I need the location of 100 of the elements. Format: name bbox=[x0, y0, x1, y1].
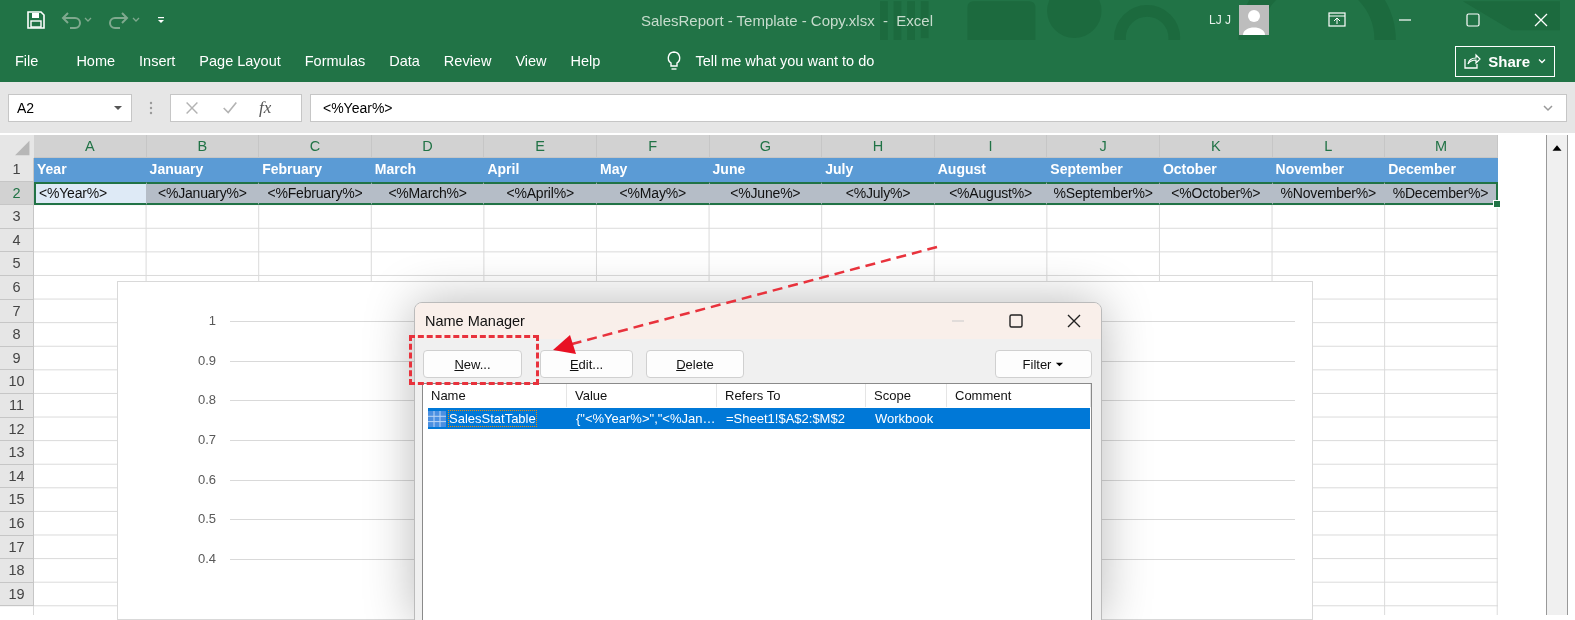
column-header[interactable]: A bbox=[34, 135, 147, 158]
row-header[interactable]: 16 bbox=[0, 511, 34, 536]
table-cell: November bbox=[1272, 158, 1386, 182]
undo-icon[interactable] bbox=[60, 10, 94, 30]
table-cell: %December%> bbox=[1385, 181, 1498, 206]
row-header[interactable]: 13 bbox=[0, 441, 34, 465]
ribbon-tab[interactable]: Review bbox=[443, 53, 492, 69]
axis-label: 0.5 bbox=[196, 512, 216, 526]
avatar-icon[interactable] bbox=[1239, 5, 1269, 35]
table-cell: <%March%> bbox=[371, 181, 485, 206]
row-header[interactable]: 11 bbox=[0, 393, 34, 418]
grip-icon bbox=[149, 99, 153, 116]
ribbon-tab[interactable]: Formulas bbox=[304, 53, 366, 69]
tell-me-field[interactable]: Tell me what you want to do bbox=[666, 50, 875, 72]
row-header[interactable]: 1 bbox=[0, 158, 34, 182]
ribbon-tab[interactable]: Insert bbox=[139, 53, 176, 69]
column-header[interactable]: K bbox=[1159, 135, 1273, 158]
table-cell: %November%> bbox=[1272, 181, 1386, 206]
dialog-title: Name Manager bbox=[425, 313, 525, 329]
row-header[interactable]: 9 bbox=[0, 346, 34, 371]
dialog-button[interactable]: Edit... bbox=[540, 350, 633, 378]
column-header[interactable]: H bbox=[822, 135, 935, 158]
table-cell: <%May%> bbox=[596, 181, 710, 206]
customize-icon[interactable] bbox=[156, 15, 166, 25]
table-cell: January bbox=[146, 158, 260, 182]
share-button[interactable]: Share bbox=[1455, 45, 1555, 77]
column-header[interactable]: C bbox=[259, 135, 372, 158]
column-header[interactable]: F bbox=[596, 135, 710, 158]
names-list[interactable]: Name Value Refers To Scope Comment SalesStatTable {"<%Year%>","<%Jan… =Sheet1!$A$2:$M$2 Workbook bbox=[422, 383, 1092, 620]
insert-function-button[interactable]: fx bbox=[259, 97, 272, 118]
table-cell: <%February%> bbox=[259, 181, 372, 206]
column-header[interactable]: D bbox=[371, 135, 485, 158]
axis-label: 0.9 bbox=[196, 353, 216, 367]
column-header[interactable]: Refers To bbox=[717, 384, 866, 407]
axis-label: 1 bbox=[207, 314, 216, 327]
table-cell: May bbox=[596, 158, 710, 182]
row-header[interactable]: 6 bbox=[0, 275, 34, 300]
row-header[interactable]: 19 bbox=[0, 582, 34, 607]
column-header[interactable]: B bbox=[146, 135, 260, 158]
ribbon-tab[interactable]: View bbox=[515, 53, 547, 69]
maximize-icon[interactable] bbox=[1463, 10, 1483, 30]
row-header[interactable]: 7 bbox=[0, 299, 34, 324]
column-header[interactable]: Name bbox=[423, 384, 567, 407]
table-cell: <%August%> bbox=[934, 181, 1048, 206]
table-cell: %September%> bbox=[1047, 181, 1160, 206]
lightbulb-icon bbox=[666, 50, 683, 72]
dialog-button[interactable]: Delete bbox=[646, 350, 744, 378]
window-title: SalesReport - Template - Copy.xlsx - Excel bbox=[641, 11, 934, 29]
table-cell: <%Year%> bbox=[34, 181, 147, 206]
table-cell: March bbox=[371, 158, 485, 182]
axis-label: 0.4 bbox=[196, 552, 216, 566]
row-header[interactable]: 15 bbox=[0, 488, 34, 512]
filter-button[interactable]: Filter bbox=[995, 350, 1092, 378]
table-cell: April bbox=[484, 158, 597, 182]
table-cell: <%April%> bbox=[484, 181, 597, 206]
dialog-button[interactable]: New... bbox=[423, 350, 522, 378]
column-header[interactable]: Comment bbox=[947, 384, 1091, 407]
column-header[interactable]: Value bbox=[567, 384, 717, 407]
ribbon-tab[interactable]: Data bbox=[389, 53, 420, 69]
row-header[interactable]: 2 bbox=[0, 181, 34, 206]
ribbon-tab[interactable]: Home bbox=[76, 53, 116, 69]
ribbon-tab[interactable]: Help bbox=[570, 53, 601, 69]
table-cell: {"<%Year%>","<%Jan… bbox=[576, 411, 716, 426]
table-cell: July bbox=[822, 158, 935, 182]
row-header[interactable]: 17 bbox=[0, 535, 34, 560]
table-cell: February bbox=[259, 158, 372, 182]
row-header[interactable]: 10 bbox=[0, 370, 34, 394]
axis-label: 0.8 bbox=[196, 393, 216, 407]
row-header[interactable]: 5 bbox=[0, 252, 34, 276]
table-cell: <%July%> bbox=[822, 181, 935, 206]
fill-handle[interactable] bbox=[1492, 200, 1501, 209]
table-cell: September bbox=[1047, 158, 1160, 182]
redo-icon[interactable] bbox=[108, 10, 142, 30]
column-header[interactable]: J bbox=[1047, 135, 1160, 158]
list-row[interactable]: SalesStatTable {"<%Year%>","<%Jan… =Sheet1!$A$2:$M$2 Workbook bbox=[428, 408, 1090, 429]
ribbon-tab[interactable]: File bbox=[15, 53, 39, 69]
column-header[interactable]: G bbox=[709, 135, 823, 158]
column-header[interactable]: Scope bbox=[866, 384, 947, 407]
table-cell: December bbox=[1385, 158, 1498, 182]
formula-field[interactable]: <%Year%> bbox=[310, 93, 1567, 122]
row-header[interactable]: 3 bbox=[0, 205, 34, 229]
column-header[interactable]: L bbox=[1272, 135, 1386, 158]
table-cell: =Sheet1!$A$2:$M$2 bbox=[726, 411, 845, 426]
row-header[interactable]: 14 bbox=[0, 464, 34, 489]
table-cell: <%January%> bbox=[146, 181, 260, 206]
column-header[interactable]: E bbox=[484, 135, 597, 158]
name-box[interactable]: A2 bbox=[8, 93, 132, 122]
column-header[interactable]: I bbox=[934, 135, 1048, 158]
row-header[interactable]: 18 bbox=[0, 559, 34, 583]
share-icon bbox=[1463, 52, 1482, 70]
row-header[interactable]: 4 bbox=[0, 228, 34, 253]
row-header[interactable]: 12 bbox=[0, 417, 34, 442]
maximize-icon[interactable] bbox=[1006, 311, 1026, 331]
ribbon-tab[interactable]: Page Layout bbox=[199, 53, 281, 69]
column-header[interactable]: M bbox=[1385, 135, 1498, 158]
save-icon[interactable] bbox=[26, 10, 46, 30]
table-icon bbox=[428, 410, 446, 427]
row-header[interactable]: 8 bbox=[0, 323, 34, 347]
ribbon-display-icon[interactable] bbox=[1327, 10, 1347, 30]
vertical-scrollbar[interactable] bbox=[1545, 135, 1568, 615]
